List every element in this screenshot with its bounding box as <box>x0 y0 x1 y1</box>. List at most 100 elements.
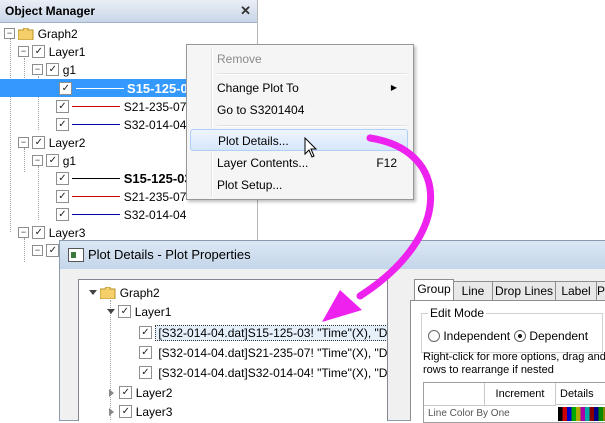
collapse-icon[interactable]: − <box>18 46 29 58</box>
tab-label[interactable]: Label <box>555 281 597 300</box>
tree-item-graph2[interactable]: − Graph2 <box>4 24 78 42</box>
tree-label: Layer1 <box>48 44 86 59</box>
layer-checkbox[interactable]: ✓ <box>119 386 133 400</box>
grid-header-increment: Increment <box>485 383 556 406</box>
dialog-titlebar: Plot Details - Plot Properties <box>60 241 605 269</box>
app-icon <box>68 248 84 262</box>
layer-checkbox[interactable]: ✓ <box>118 305 132 319</box>
tree-item-plot[interactable]: ✓ [S32-014-04.dat]S32-014-04! "Time"(X),… <box>139 363 387 381</box>
tree-item-layer2[interactable]: − ✓ Layer2 <box>18 133 85 151</box>
tab-drop-lines[interactable]: Drop Lines <box>492 281 556 300</box>
menu-item-label: Plot Details... <box>218 134 289 148</box>
collapse-icon[interactable]: − <box>32 64 43 76</box>
group-checkbox[interactable]: ✓ <box>46 244 60 258</box>
tree-item-group[interactable]: − ✓ <box>32 241 60 259</box>
plot-checkbox[interactable]: ✓ <box>139 346 152 360</box>
group-checkbox[interactable]: ✓ <box>46 63 60 77</box>
grid-header-blank <box>424 383 485 406</box>
line-swatch <box>75 88 124 90</box>
line-swatch <box>72 124 121 126</box>
menu-item-label: Change Plot To <box>217 81 299 95</box>
layer-checkbox[interactable]: ✓ <box>32 45 46 59</box>
line-swatch <box>72 178 121 180</box>
plot-checkbox[interactable]: ✓ <box>56 100 69 114</box>
radio-label: Independent <box>443 328 511 343</box>
tree-label: S32-014-04 <box>123 207 187 222</box>
tree-label: [S32-014-04.dat]S15-125-03! "Time"(X), "… <box>155 324 387 341</box>
tree-label: Layer3 <box>135 404 173 419</box>
tree-item-plot-selected[interactable]: ✓ [S32-014-04.dat]S15-125-03! "Time"(X),… <box>139 323 387 341</box>
tree-item-layer3[interactable]: ✓ Layer3 <box>109 402 172 420</box>
menu-item-plot-details[interactable]: Plot Details... <box>190 129 408 151</box>
expand-arrow-icon[interactable] <box>107 309 115 315</box>
layer-checkbox[interactable]: ✓ <box>119 405 133 419</box>
tree-item-plot-selected[interactable]: ✓ S15-125-03 <box>0 79 195 97</box>
tab-line[interactable]: Line <box>453 281 493 300</box>
group-tab-panel: Edit Mode Independent Dependent Right-cl… <box>410 300 605 423</box>
menu-item-go-to[interactable]: Go to S3201404 <box>217 99 407 121</box>
plot-checkbox[interactable]: ✓ <box>56 118 69 132</box>
radio-button[interactable] <box>428 329 440 342</box>
tree-item-plot[interactable]: ✓ S21-235-07 <box>56 187 186 205</box>
tree-item-layer2[interactable]: ✓ Layer2 <box>109 383 172 401</box>
edit-mode-legend: Edit Mode <box>428 306 487 320</box>
layer-checkbox[interactable]: ✓ <box>32 136 46 150</box>
tree-item-plot[interactable]: ✓ [S32-014-04.dat]S21-235-07! "Time"(X),… <box>139 343 388 361</box>
tree-label: g1 <box>62 62 77 77</box>
tree-item-layer1[interactable]: ✓ Layer1 <box>107 302 171 320</box>
tree-label: [S32-014-04.dat]S21-235-07! "Time"(X), "… <box>158 345 388 360</box>
plot-checkbox[interactable]: ✓ <box>59 82 73 96</box>
collapse-icon[interactable]: − <box>4 28 15 40</box>
tree-item-graph2[interactable]: Graph2 <box>89 283 160 301</box>
layer-checkbox[interactable]: ✓ <box>32 226 46 240</box>
tree-label: S21-235-07 <box>123 99 187 114</box>
collapse-icon[interactable]: − <box>18 227 29 239</box>
mouse-cursor-icon <box>304 137 318 158</box>
menu-item-remove[interactable]: Remove <box>217 48 407 70</box>
tree-label: g1 <box>62 153 77 168</box>
tree-label: Layer1 <box>134 304 172 319</box>
plot-checkbox[interactable]: ✓ <box>56 208 69 222</box>
tree-item-plot[interactable]: ✓ S32-014-04 <box>56 115 186 133</box>
radio-button-selected[interactable] <box>514 329 526 342</box>
menu-item-change-plot-to[interactable]: Change Plot To ▶ <box>217 77 407 99</box>
plot-checkbox[interactable]: ✓ <box>56 190 69 204</box>
collapse-icon[interactable]: − <box>18 137 29 149</box>
menu-item-plot-setup[interactable]: Plot Setup... <box>217 174 407 196</box>
radio-dependent[interactable]: Dependent <box>514 328 588 343</box>
collapse-icon[interactable]: − <box>32 155 43 167</box>
tree-item-layer3[interactable]: − ✓ Layer3 <box>18 223 85 241</box>
group-checkbox[interactable]: ✓ <box>46 154 60 168</box>
tree-label: S21-235-07 <box>123 189 187 204</box>
tree-item-plot[interactable]: ✓ S32-014-04 <box>56 205 186 223</box>
tree-item-group[interactable]: − ✓ g1 <box>32 60 76 78</box>
plot-checkbox[interactable]: ✓ <box>139 366 152 380</box>
tree-item-plot[interactable]: ✓ S21-235-07 <box>56 97 186 115</box>
tree-label: Layer2 <box>48 135 86 150</box>
tree-item-group[interactable]: − ✓ g1 <box>32 151 76 169</box>
expand-arrow-icon[interactable] <box>89 290 97 296</box>
collapse-icon[interactable]: − <box>32 245 43 257</box>
expand-arrow-icon[interactable] <box>109 407 114 416</box>
radio-independent[interactable]: Independent <box>428 328 510 343</box>
plot-details-dialog: Plot Details - Plot Properties Graph2 ✓ … <box>59 240 605 423</box>
close-icon[interactable]: ✕ <box>240 0 251 22</box>
tree-label: S32-014-04 <box>123 117 187 132</box>
tree-connector <box>24 148 25 172</box>
tab-partial[interactable]: Pa <box>596 281 605 300</box>
menu-shortcut: F12 <box>376 156 397 170</box>
tree-label: Graph2 <box>119 285 160 300</box>
expand-arrow-icon[interactable] <box>109 388 114 397</box>
grid-row-partial: Line Color By One <box>428 408 510 419</box>
tree-item-plot[interactable]: ✓ S15-125-03 <box>56 169 192 187</box>
tree-label: Layer3 <box>48 225 86 240</box>
edit-mode-group: Edit Mode Independent Dependent <box>421 306 603 353</box>
plot-checkbox[interactable]: ✓ <box>56 172 69 186</box>
tree-item-layer1[interactable]: − ✓ Layer1 <box>18 42 85 60</box>
context-menu: Remove Change Plot To ▶ Go to S3201404 P… <box>186 44 414 200</box>
plot-checkbox[interactable]: ✓ <box>139 326 152 340</box>
line-swatch <box>72 196 121 198</box>
menu-item-label: Plot Setup... <box>217 178 283 192</box>
group-grid: Increment Details Line Color By One <box>423 382 605 423</box>
tab-group[interactable]: Group <box>414 279 454 301</box>
